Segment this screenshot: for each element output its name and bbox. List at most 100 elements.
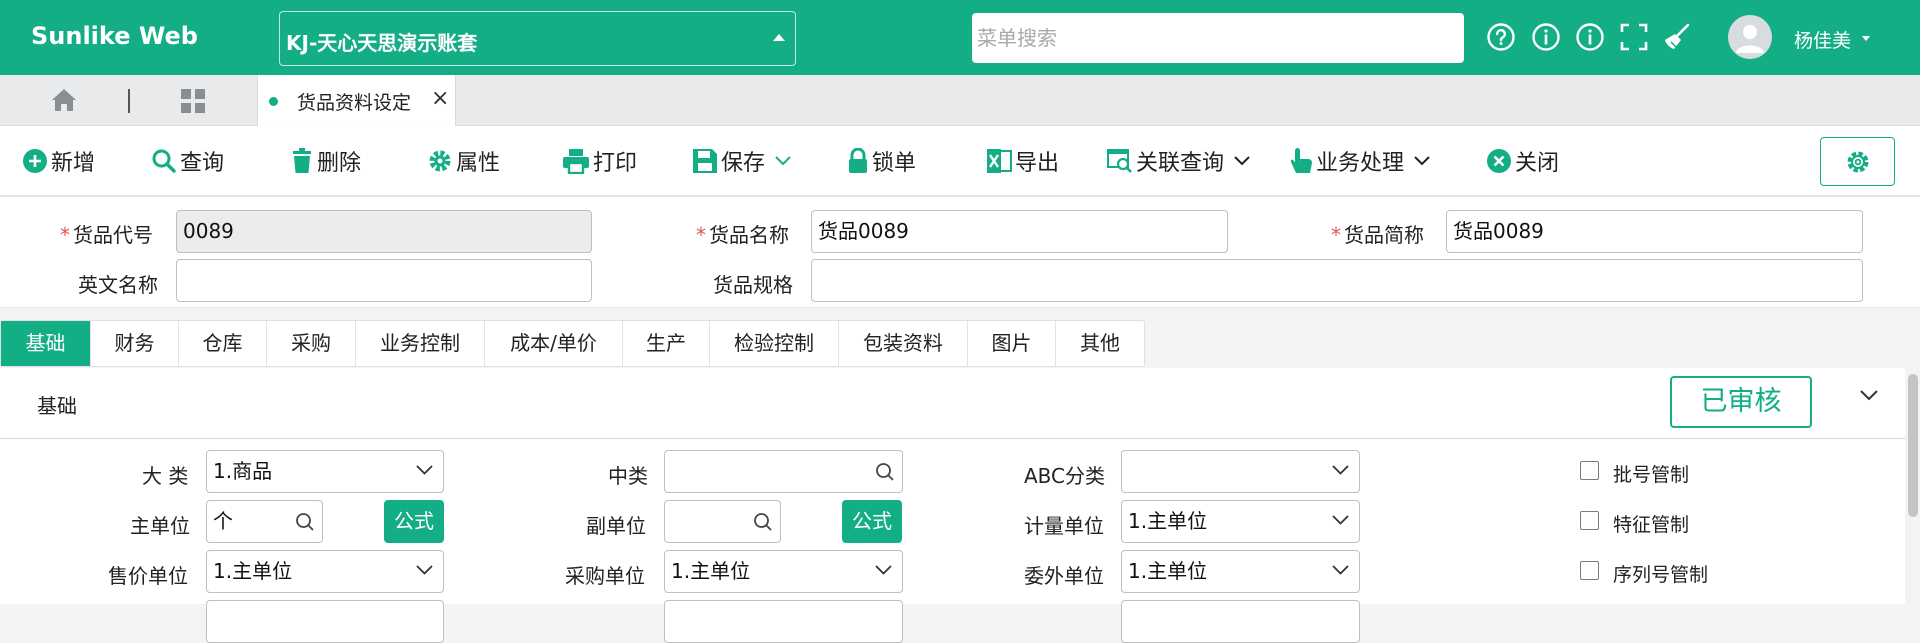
feature-control-checkbox[interactable] [1580, 511, 1599, 530]
close-circle-icon [1487, 149, 1511, 173]
goods-name-label: * 货品名称 [696, 223, 789, 247]
tab-production[interactable]: 生产 [623, 321, 710, 366]
chevron-down-icon [1332, 565, 1349, 575]
goods-code-field[interactable]: 0089 [176, 210, 592, 253]
related-query-button[interactable]: 关联查询 [1107, 146, 1253, 176]
window-search-icon [1107, 149, 1132, 173]
trash-icon [293, 148, 311, 173]
outsource-unit-select[interactable]: 1.主单位 [1121, 550, 1360, 593]
abc-category-select[interactable] [1121, 450, 1360, 493]
purchase-unit-select[interactable]: 1.主单位 [664, 550, 903, 593]
clear-cache-icon[interactable] [1662, 22, 1692, 52]
goods-spec-field[interactable] [811, 259, 1863, 302]
batch-control-checkbox[interactable] [1580, 461, 1599, 480]
tab-basic[interactable]: 基础 [1, 321, 91, 366]
close-button[interactable]: 关闭 [1486, 146, 1559, 176]
scrollbar[interactable] [1905, 368, 1920, 604]
info-icon[interactable] [1531, 22, 1561, 52]
tab-purchase[interactable]: 采购 [267, 321, 356, 366]
goods-short-name-field[interactable]: 货品0089 [1446, 210, 1863, 253]
tab-packaging[interactable]: 包装资料 [839, 321, 968, 366]
english-name-field[interactable] [176, 259, 592, 302]
chevron-down-icon[interactable] [775, 156, 791, 166]
business-label: 业务处理 [1316, 151, 1405, 176]
purchase-unit-label: 采购单位 [565, 564, 645, 588]
outsource-unit-label: 委外单位 [1024, 564, 1104, 588]
tab-warehouse[interactable]: 仓库 [179, 321, 267, 366]
properties-button[interactable]: 属性 [427, 146, 500, 176]
next-row-select[interactable] [1121, 600, 1360, 643]
menu-search-input[interactable] [972, 13, 1464, 63]
account-name: KJ-天心天思演示账套 [286, 31, 478, 55]
sell-unit-select[interactable]: 1.主单位 [206, 550, 444, 593]
next-row-select[interactable] [664, 600, 903, 643]
help-icon[interactable] [1486, 22, 1516, 52]
search-icon[interactable] [295, 512, 315, 532]
brand-logo: Sunlike Web [31, 22, 198, 50]
fullscreen-icon[interactable] [1619, 22, 1649, 52]
avatar[interactable] [1728, 15, 1772, 59]
export-button[interactable]: 导出 [986, 146, 1059, 176]
batch-control-label: 批号管制 [1613, 464, 1690, 486]
user-name[interactable]: 杨佳美 [1794, 26, 1851, 53]
sub-unit-formula-button[interactable]: 公式 [842, 500, 902, 543]
tab-cost-price[interactable]: 成本/单价 [485, 321, 623, 366]
search-icon[interactable] [875, 462, 895, 482]
account-selector[interactable]: KJ-天心天思演示账套 [279, 11, 796, 66]
lock-icon [849, 148, 867, 173]
major-category-select[interactable]: 1.商品 [206, 450, 444, 493]
divider [0, 438, 1905, 439]
tab-other[interactable]: 其他 [1056, 321, 1144, 366]
detail-tabs: 基础 财务 仓库 采购 业务控制 成本/单价 生产 检验控制 包装资料 图片 其… [0, 320, 1145, 367]
caret-down-icon[interactable] [1862, 36, 1870, 41]
save-button[interactable]: 保存 [692, 146, 794, 176]
chevron-down-icon[interactable] [1414, 156, 1430, 166]
tab-inspection-control[interactable]: 检验控制 [710, 321, 839, 366]
main-unit-formula-button[interactable]: 公式 [384, 500, 444, 543]
sub-unit-field[interactable] [664, 500, 781, 543]
print-label: 打印 [593, 151, 638, 176]
caret-up-icon [773, 34, 785, 41]
close-label: 关闭 [1515, 151, 1560, 176]
measure-unit-select[interactable]: 1.主单位 [1121, 500, 1360, 543]
query-button[interactable]: 查询 [151, 146, 224, 176]
tab-images[interactable]: 图片 [968, 321, 1056, 366]
chevron-down-icon[interactable] [1234, 156, 1250, 166]
chevron-down-icon [1332, 465, 1349, 475]
about-icon[interactable] [1575, 22, 1605, 52]
query-label: 查询 [180, 151, 225, 176]
export-label: 导出 [1015, 151, 1060, 176]
mid-category-field[interactable] [664, 450, 903, 493]
main-unit-label: 主单位 [130, 514, 190, 538]
basic-panel: 基础 已审核 大 类 1.商品 中类 ABC分类 批号管制 主单位 个 公式 副… [0, 368, 1920, 643]
chevron-down-icon[interactable] [1860, 390, 1878, 401]
add-button[interactable]: 新增 [22, 146, 95, 176]
serial-control-checkbox[interactable] [1580, 561, 1599, 580]
save-label: 保存 [721, 151, 766, 176]
lock-button[interactable]: 锁单 [847, 146, 916, 176]
search-icon[interactable] [753, 512, 773, 532]
grid-apps-icon[interactable] [180, 88, 206, 114]
main-unit-field[interactable]: 个 [206, 500, 323, 543]
scrollbar-thumb[interactable] [1908, 374, 1918, 517]
required-mark: * [696, 223, 706, 247]
settings-button[interactable] [1820, 137, 1895, 186]
business-process-button[interactable]: 业务处理 [1289, 146, 1433, 176]
goods-name-field[interactable]: 货品0089 [811, 210, 1228, 253]
home-icon[interactable] [51, 88, 77, 112]
tab-business-control[interactable]: 业务控制 [356, 321, 485, 366]
properties-label: 属性 [456, 151, 501, 176]
close-icon[interactable]: × [431, 86, 449, 111]
delete-button[interactable]: 删除 [290, 146, 361, 176]
print-button[interactable]: 打印 [562, 146, 637, 176]
search-icon [152, 149, 176, 173]
action-toolbar: 新增 查询 删除 属性 打印 保存 锁单 导出 关联查询 业务处理 关闭 [0, 126, 1920, 195]
tab-finance[interactable]: 财务 [91, 321, 179, 366]
major-category-label: 大 类 [142, 464, 189, 488]
gear-icon [1847, 151, 1869, 173]
next-row-select[interactable] [206, 600, 444, 643]
tab-goods-settings[interactable]: 货品资料设定 × [257, 75, 456, 126]
chevron-down-icon [875, 565, 892, 575]
plus-circle-icon [23, 149, 47, 173]
status-badge: 已审核 [1670, 376, 1812, 428]
